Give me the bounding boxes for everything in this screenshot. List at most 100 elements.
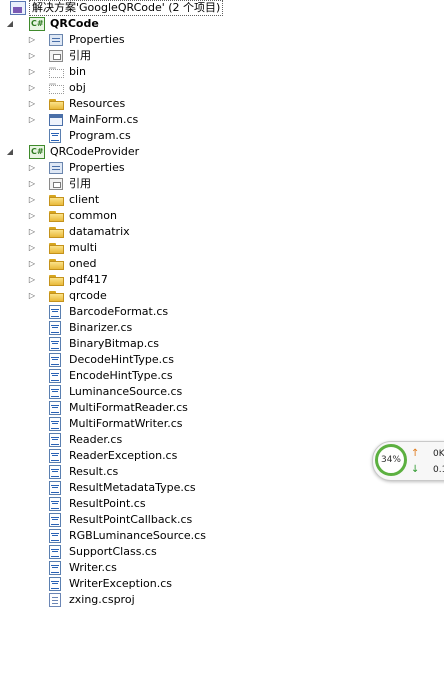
tree-item-label: SupportClass.cs [69, 545, 157, 558]
tree-item[interactable]: ▷ pdf417 [0, 272, 444, 288]
tree-item[interactable]: ▷ multi [0, 240, 444, 256]
expand-arrow-icon[interactable]: ▷ [26, 64, 38, 80]
tree-item-label: Result.cs [69, 465, 119, 478]
tree-item-label: Binarizer.cs [69, 321, 133, 334]
expand-arrow-icon[interactable]: ▷ [26, 272, 38, 288]
tree-item[interactable]: Binarizer.cs [0, 320, 444, 336]
tree-item[interactable]: DecodeHintType.cs [0, 352, 444, 368]
tree-item[interactable]: RGBLuminanceSource.cs [0, 528, 444, 544]
tree-item-label: Properties [69, 33, 125, 46]
expand-arrow-icon[interactable]: ▷ [26, 112, 38, 128]
tree-item[interactable]: ▷ MainForm.cs [0, 112, 444, 128]
tree-item[interactable]: LuminanceSource.cs [0, 384, 444, 400]
cs-file-icon [49, 545, 61, 559]
cs-file-icon [49, 481, 61, 495]
tree-item[interactable]: SupportClass.cs [0, 544, 444, 560]
expand-arrow-icon[interactable]: ▷ [26, 48, 38, 64]
csharp-project-icon [29, 145, 45, 159]
tree-item-label: Resources [69, 97, 126, 110]
cs-file-icon [49, 577, 61, 591]
expand-arrow-icon[interactable]: ▷ [26, 96, 38, 112]
tree-item[interactable]: zxing.csproj [0, 592, 444, 608]
expand-arrow-icon[interactable]: ▷ [26, 176, 38, 192]
tree-item-label: datamatrix [69, 225, 130, 238]
tree-item[interactable]: ▷ 引用 [0, 176, 444, 192]
arrow-up-icon: ↑ [411, 448, 420, 459]
expand-arrow-icon[interactable]: ▷ [26, 224, 38, 240]
cs-file-icon [49, 385, 61, 399]
tree-item[interactable]: Writer.cs [0, 560, 444, 576]
csharp-project-icon [29, 17, 45, 31]
tree-item[interactable]: Program.cs [0, 128, 444, 144]
tree-item[interactable]: BarcodeFormat.cs [0, 304, 444, 320]
tree-item[interactable]: ▷ common [0, 208, 444, 224]
expand-arrow-icon[interactable]: ▷ [26, 32, 38, 48]
tree-item[interactable]: ▷ Properties [0, 160, 444, 176]
tree-project-node[interactable]: ◢ QRCodeProvider [0, 144, 444, 160]
cs-file-icon [49, 497, 61, 511]
tree-item-label: QRCodeProvider [50, 145, 140, 158]
tree-item-label: WriterException.cs [69, 577, 172, 590]
tree-item[interactable]: ▷ datamatrix [0, 224, 444, 240]
expand-arrow-icon[interactable]: ▷ [26, 208, 38, 224]
tree-item[interactable]: ▷ 引用 [0, 48, 444, 64]
tree-item[interactable]: WriterException.cs [0, 576, 444, 592]
folder-icon [49, 211, 64, 222]
upload-speed: ↑ 0K [411, 447, 444, 461]
tree-item-label: QRCode [50, 17, 99, 30]
expand-arrow-icon[interactable]: ▷ [26, 192, 38, 208]
tree-item-label: EncodeHintType.cs [69, 369, 173, 382]
folder-icon [49, 275, 64, 286]
tree-item[interactable]: ResultPoint.cs [0, 496, 444, 512]
tree-item[interactable]: ▷ Properties [0, 32, 444, 48]
expand-arrow-icon[interactable]: ▷ [26, 256, 38, 272]
cs-file-icon [49, 417, 61, 431]
tree-project-node[interactable]: ◢ QRCode [0, 16, 444, 32]
solution-icon [10, 1, 26, 15]
hidden-folder-icon [49, 83, 64, 94]
tree-item-label: Properties [69, 161, 125, 174]
form-icon [49, 114, 63, 126]
expand-arrow-icon[interactable]: ▷ [26, 240, 38, 256]
folder-icon [49, 291, 64, 302]
cs-file-icon [49, 513, 61, 527]
hidden-folder-icon [49, 67, 64, 78]
tree-item-label: ResultPointCallback.cs [69, 513, 193, 526]
expand-arrow-icon[interactable]: ▷ [26, 160, 38, 176]
network-speed-widget[interactable]: 34% ↑ 0K ↓ 0.1K [372, 441, 444, 481]
cs-file-icon [49, 321, 61, 335]
tree-solution-node[interactable]: 解决方案'GoogleQRCode' (2 个项目) [0, 0, 444, 16]
collapse-arrow-icon[interactable]: ◢ [4, 144, 16, 160]
tree-item[interactable]: BinaryBitmap.cs [0, 336, 444, 352]
folder-icon [49, 99, 64, 110]
tree-item[interactable]: MultiFormatReader.cs [0, 400, 444, 416]
tree-item[interactable]: ResultPointCallback.cs [0, 512, 444, 528]
tree-item[interactable]: ▷ bin [0, 64, 444, 80]
expand-arrow-icon[interactable]: ▷ [26, 288, 38, 304]
tree-item-label: qrcode [69, 289, 107, 302]
tree-item-label: 解决方案'GoogleQRCode' (2 个项目) [29, 0, 224, 16]
collapse-arrow-icon[interactable]: ◢ [4, 16, 16, 32]
tree-item[interactable]: ▷ qrcode [0, 288, 444, 304]
tree-item[interactable]: ▷ oned [0, 256, 444, 272]
tree-item[interactable]: ▷ client [0, 192, 444, 208]
tree-item[interactable]: EncodeHintType.cs [0, 368, 444, 384]
tree-item-label: BinaryBitmap.cs [69, 337, 159, 350]
tree-item-label: BarcodeFormat.cs [69, 305, 169, 318]
cs-file-icon [49, 337, 61, 351]
tree-item-label: MainForm.cs [69, 113, 139, 126]
expand-arrow-icon[interactable]: ▷ [26, 80, 38, 96]
tree-item-label: 引用 [69, 49, 91, 62]
tree-item[interactable]: MultiFormatWriter.cs [0, 416, 444, 432]
tree-item[interactable]: ResultMetadataType.cs [0, 480, 444, 496]
references-icon [49, 178, 63, 190]
cs-file-icon [49, 465, 61, 479]
tree-item[interactable]: ▷ Resources [0, 96, 444, 112]
tree-item[interactable]: ▷ obj [0, 80, 444, 96]
references-icon [49, 50, 63, 62]
tree-item-label: obj [69, 81, 86, 94]
download-speed: ↓ 0.1K [411, 463, 444, 477]
upload-value: 0K [433, 449, 444, 459]
tree-item-label: ReaderException.cs [69, 449, 178, 462]
cs-file-icon [49, 353, 61, 367]
